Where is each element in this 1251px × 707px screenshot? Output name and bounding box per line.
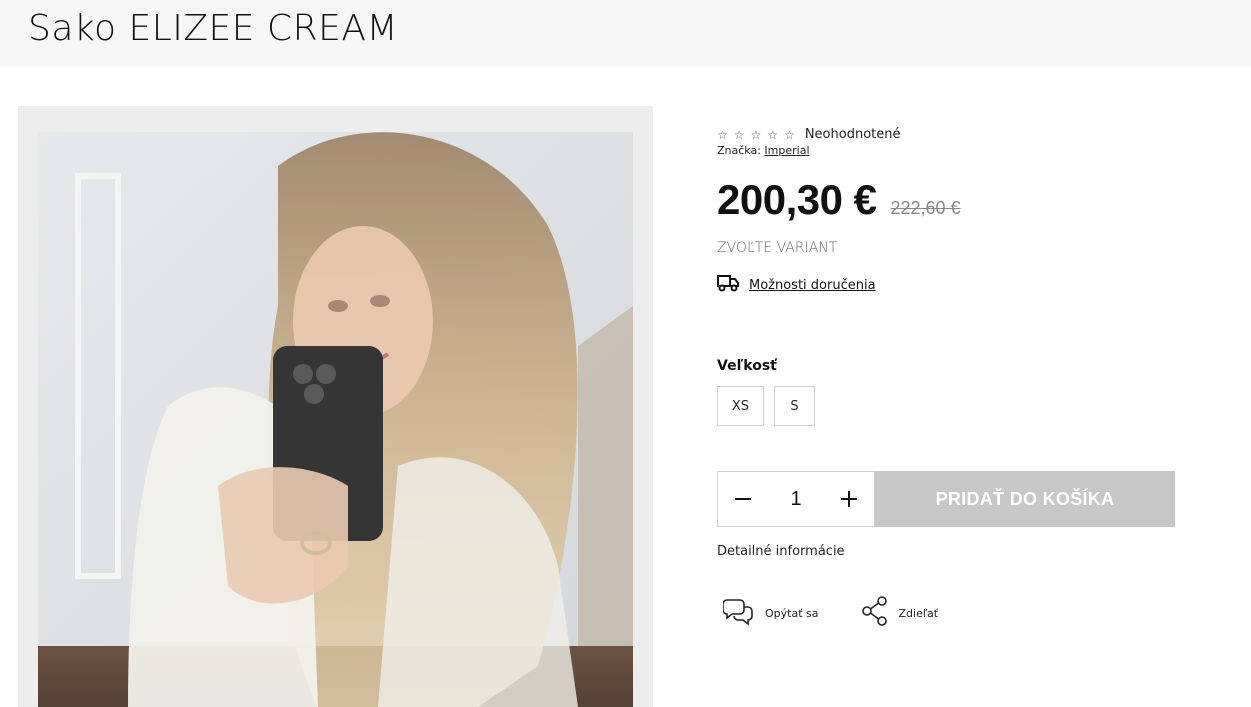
size-label: Veľkosť	[717, 358, 777, 374]
share-icon	[861, 596, 889, 630]
add-to-cart-row: 1 PRIDAŤ DO KOŠÍKA	[717, 471, 1175, 527]
star-icon: ☆	[767, 127, 779, 142]
details-link[interactable]: Detailné informácie	[717, 544, 845, 559]
product-actions: Opýtať sa Zdieľať	[722, 596, 939, 630]
share-label: Zdieľať	[898, 606, 939, 620]
ask-question-label: Opýtať sa	[765, 606, 819, 620]
variant-prompt: ZVOĽTE VARIANT	[717, 240, 838, 256]
star-icon: ☆	[784, 127, 795, 142]
star-icon: ☆	[717, 127, 728, 142]
page-header: Sako ELIZEE CREAM	[0, 0, 1251, 67]
delivery-label: Možnosti doručenia	[749, 277, 876, 293]
current-price: 200,30 €	[717, 176, 877, 223]
brand: Značka: Imperial	[717, 144, 810, 157]
truck-icon	[717, 274, 739, 296]
ask-question-button[interactable]: Opýtať sa	[722, 596, 819, 630]
star-icon: ☆	[750, 127, 762, 142]
plus-icon[interactable]	[838, 488, 860, 510]
original-price: 222,60 €	[890, 198, 961, 218]
size-option-s[interactable]: S	[774, 386, 815, 426]
add-to-cart-button[interactable]: PRIDAŤ DO KOŠÍKA	[875, 471, 1175, 527]
product-photo	[18, 106, 653, 707]
share-button[interactable]: Zdieľať	[861, 596, 939, 630]
rating: ☆ ☆ ☆ ☆ ☆ Neohodnotené	[717, 127, 900, 142]
quantity-stepper: 1	[717, 471, 875, 527]
brand-prefix: Značka:	[717, 144, 761, 157]
product-image[interactable]	[18, 106, 653, 707]
product-title: Sako ELIZEE CREAM	[28, 8, 399, 49]
minus-icon[interactable]	[732, 488, 754, 510]
size-option-xs[interactable]: XS	[717, 386, 764, 426]
quantity-value[interactable]: 1	[790, 488, 801, 511]
brand-link[interactable]: Imperial	[764, 144, 809, 157]
delivery-options-link[interactable]: Možnosti doručenia	[717, 274, 876, 296]
chat-bubbles-icon	[722, 596, 755, 630]
star-icon: ☆	[733, 127, 745, 142]
rating-stars: ☆ ☆ ☆ ☆ ☆	[717, 128, 795, 142]
size-options: XS S	[717, 386, 815, 426]
rating-label: Neohodnotené	[804, 127, 901, 142]
price-row: 200,30 € 222,60 €	[717, 176, 961, 224]
